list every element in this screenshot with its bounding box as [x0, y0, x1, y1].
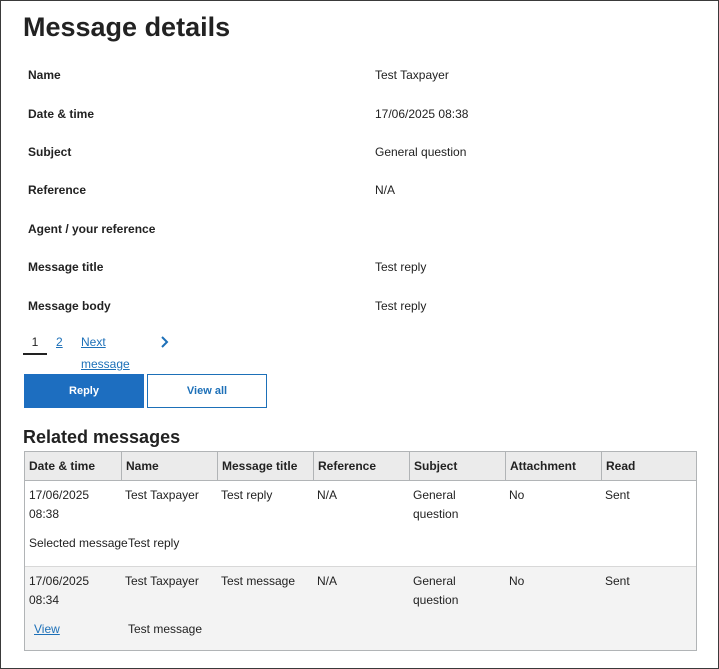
row-date: 17/06/2025 08:38 [29, 486, 89, 524]
row-read-status: Sent [605, 488, 630, 502]
detail-row-reference: Reference N/A [28, 183, 708, 203]
row-subject-line: General [413, 574, 456, 588]
row-date-time: 08:34 [29, 593, 60, 607]
column-header-date: Date & time [29, 459, 96, 473]
column-header-reference: Reference [313, 452, 409, 480]
row-message-body: Test message [128, 622, 203, 636]
reply-button[interactable]: Reply [24, 374, 144, 408]
row-message-title: Test message [221, 574, 296, 588]
column-header-name: Name [121, 452, 217, 480]
detail-row-date: Date & time 17/06/2025 08:38 [28, 107, 708, 127]
detail-row-message-body: Message body Test reply [28, 299, 708, 319]
detail-value: Test reply [375, 299, 427, 313]
column-header-read: Read [601, 452, 696, 480]
page-title: Message details [23, 12, 231, 42]
row-subject: General question [413, 572, 458, 610]
table-row: 17/06/2025 08:34 Test Taxpayer Test mess… [25, 567, 696, 650]
row-message-title: Test reply [221, 488, 273, 502]
view-all-button[interactable]: View all [147, 374, 267, 408]
related-messages-title: Related messages [23, 427, 181, 447]
table-header: Date & time Name Message title Reference… [25, 452, 696, 481]
detail-label: Agent / your reference [28, 222, 156, 236]
detail-value: Test Taxpayer [375, 68, 449, 82]
row-attachment: No [509, 488, 525, 502]
column-header-message-title: Message title [217, 452, 313, 480]
detail-label: Message body [28, 299, 111, 313]
row-name: Test Taxpayer [125, 574, 199, 588]
detail-row-agent-reference: Agent / your reference [28, 222, 708, 242]
detail-value: N/A [375, 183, 396, 197]
row-subject-line: question [413, 507, 459, 521]
row-date-day: 17/06/2025 [29, 488, 90, 502]
detail-row-name: Name Test Taxpayer [28, 68, 708, 88]
detail-label: Name [28, 68, 61, 82]
detail-label: Reference [28, 183, 87, 197]
detail-value: Test reply [375, 260, 427, 274]
row-subject-line: General [413, 488, 456, 502]
row-reference: N/A [317, 488, 338, 502]
column-header-subject: Subject [409, 452, 505, 480]
selected-message-label: Selected message [29, 536, 128, 550]
detail-row-subject: Subject General question [28, 145, 708, 165]
row-date-day: 17/06/2025 [29, 574, 90, 588]
detail-row-message-title: Message title Test reply [28, 260, 708, 280]
chevron-right-icon[interactable] [160, 336, 170, 348]
row-date: 17/06/2025 08:34 [29, 572, 89, 610]
detail-label: Message title [28, 260, 104, 274]
next-message-link[interactable]: Next message [81, 331, 130, 371]
row-subject-line: question [413, 593, 459, 607]
row-read-status: Sent [605, 574, 630, 588]
row-name: Test Taxpayer [125, 488, 199, 502]
row-date-time: 08:38 [29, 507, 60, 521]
selected-message-title: Test reply [128, 536, 180, 550]
related-messages-table: Date & time Name Message title Reference… [24, 451, 697, 651]
detail-value: 17/06/2025 08:38 [375, 107, 469, 121]
page-frame: Message details Name Test Taxpayer Date … [0, 0, 719, 669]
detail-label: Subject [28, 145, 72, 159]
detail-label: Date & time [28, 107, 95, 121]
row-reference: N/A [317, 574, 338, 588]
row-attachment: No [509, 574, 525, 588]
pagination-page-2[interactable]: 2 [56, 331, 63, 353]
view-message-link[interactable]: View [34, 620, 60, 639]
pagination-current-page: 1 [23, 331, 47, 355]
table-row: 17/06/2025 08:38 Test Taxpayer Test repl… [25, 481, 696, 566]
column-header-attachment: Attachment [505, 452, 601, 480]
detail-value: General question [375, 145, 467, 159]
row-subject: General question [413, 486, 458, 524]
